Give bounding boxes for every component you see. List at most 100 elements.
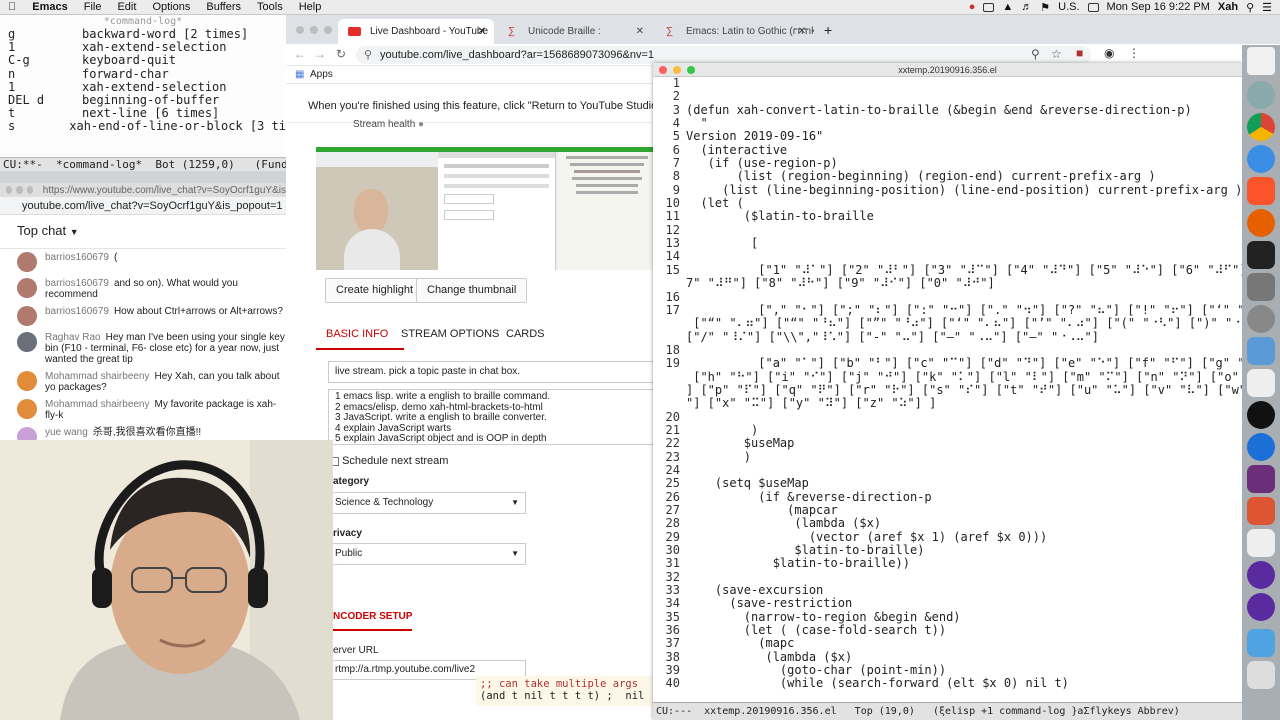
- tab-latin-to-gothic[interactable]: ∑ Emacs: Latin to Gothic (𐌲𐌿𐍄𐌹𐌺) ✕: [654, 19, 814, 44]
- chat-author[interactable]: barrios160679: [45, 306, 109, 317]
- chat-author[interactable]: barrios160679: [45, 278, 109, 289]
- reload-icon[interactable]: ↻: [336, 47, 346, 61]
- screen-icon[interactable]: [983, 2, 995, 12]
- photo-booth-icon[interactable]: [1247, 497, 1275, 525]
- apps-grid-icon[interactable]: ▦: [295, 66, 304, 84]
- star-icon[interactable]: ☆: [1051, 47, 1062, 61]
- flag-icon[interactable]: ⚑: [1040, 1, 1050, 14]
- tab-basic-info[interactable]: BASIC INFO: [326, 328, 388, 340]
- schedule-checkbox[interactable]: Schedule next stream: [330, 455, 448, 467]
- menu-edit[interactable]: Edit: [109, 1, 144, 13]
- more-menu-icon[interactable]: ⋮: [1128, 46, 1140, 60]
- close-window-icon[interactable]: [296, 26, 304, 34]
- extension-icon[interactable]: ■: [1076, 46, 1083, 60]
- firefox-icon[interactable]: [1247, 209, 1275, 237]
- top-chat-label[interactable]: Top chat: [17, 223, 66, 238]
- safari-icon[interactable]: [1247, 145, 1275, 173]
- tab-cards[interactable]: CARDS: [506, 328, 545, 340]
- menu-app-name[interactable]: Emacs: [24, 1, 75, 13]
- battery-icon[interactable]: [1087, 2, 1099, 12]
- code-buffer[interactable]: 1 2 3 (defun xah-convert-latin-to-braille (…: [653, 77, 1242, 702]
- chat-message[interactable]: Mohammad shairbeeny Hey Xah, can you talk…: [0, 368, 286, 396]
- menu-help[interactable]: Help: [291, 1, 330, 13]
- chat-author[interactable]: barrios160679: [45, 252, 109, 263]
- menu-options[interactable]: Options: [144, 1, 198, 13]
- create-highlight-button[interactable]: Create highlight: [325, 278, 425, 303]
- menu-tools[interactable]: Tools: [249, 1, 291, 13]
- trash-icon[interactable]: [1247, 661, 1275, 689]
- stream-preview[interactable]: [316, 152, 656, 270]
- menu-file[interactable]: File: [76, 1, 110, 13]
- avatar[interactable]: [17, 278, 37, 298]
- menu-clock[interactable]: Mon Sep 16 9:22 PM: [1107, 1, 1210, 13]
- category-select[interactable]: Science & Technology ▼: [332, 492, 526, 514]
- chat-header[interactable]: Top chat ▼: [0, 215, 286, 249]
- system-preferences-icon[interactable]: [1247, 305, 1275, 333]
- back-icon[interactable]: ←: [294, 47, 306, 61]
- title-input[interactable]: live stream. pick a topic paste in chat …: [328, 361, 658, 383]
- brave-icon[interactable]: [1247, 177, 1275, 205]
- profile-icon[interactable]: ◉: [1104, 46, 1114, 60]
- close-tab-icon[interactable]: ✕: [798, 19, 806, 44]
- terminal-icon[interactable]: [1247, 241, 1275, 269]
- zoom-window-icon[interactable]: [687, 66, 695, 74]
- activity-monitor-icon[interactable]: [1247, 337, 1275, 365]
- record-icon[interactable]: ●: [969, 1, 976, 13]
- chrome-icon[interactable]: [1247, 113, 1275, 141]
- menu-user[interactable]: Xah: [1218, 1, 1238, 13]
- tab-live-dashboard[interactable]: Live Dashboard - YouTube ✕: [338, 19, 494, 44]
- slack-icon[interactable]: [1247, 465, 1275, 493]
- chat-author[interactable]: yue wang: [45, 427, 88, 438]
- close-window-icon[interactable]: [6, 186, 13, 194]
- chat-message[interactable]: Mohammad shairbeeny My favorite package i…: [0, 396, 286, 424]
- chat-author[interactable]: Mohammad shairbeeny: [45, 399, 150, 410]
- script-editor-icon[interactable]: [1247, 273, 1275, 301]
- privacy-select[interactable]: Public ▼: [332, 543, 526, 565]
- launchpad-icon[interactable]: [1247, 81, 1275, 109]
- bookmark-apps[interactable]: Apps: [310, 69, 333, 80]
- avatar[interactable]: [17, 399, 37, 419]
- chat-message[interactable]: Raghav Rao Hey man I've been using your s…: [0, 329, 286, 368]
- minimize-window-icon[interactable]: [673, 66, 681, 74]
- zoom-window-icon[interactable]: [26, 186, 33, 194]
- search-icon[interactable]: ⚲: [1031, 47, 1040, 61]
- apple-menu-icon[interactable]: : [0, 1, 24, 13]
- close-tab-icon[interactable]: ✕: [478, 19, 486, 44]
- minimize-window-icon[interactable]: [310, 26, 318, 34]
- edge-icon[interactable]: [1247, 433, 1275, 461]
- help-icon[interactable]: ●: [418, 119, 424, 130]
- chat-message[interactable]: barrios160679 How about Ctrl+arrows or Al…: [0, 303, 286, 329]
- notification-center-icon[interactable]: ☰: [1262, 1, 1272, 14]
- finder-icon[interactable]: [1247, 47, 1275, 75]
- tab-unicode-braille[interactable]: ∑ Unicode Braille : ✕: [496, 19, 652, 44]
- avatar[interactable]: [17, 306, 37, 326]
- obs-icon[interactable]: [1247, 401, 1275, 429]
- chat-message[interactable]: barrios160679 and so on). What would you …: [0, 275, 286, 303]
- input-source[interactable]: U.S.: [1058, 1, 1079, 13]
- calendar-icon[interactable]: [1247, 369, 1275, 397]
- forward-icon[interactable]: →: [314, 47, 326, 61]
- new-tab-icon[interactable]: +: [824, 22, 832, 38]
- tab-stream-options[interactable]: STREAM OPTIONS: [401, 328, 499, 340]
- chat-author[interactable]: Raghav Rao: [45, 332, 101, 343]
- emacs-alt-icon[interactable]: [1247, 593, 1275, 621]
- spotlight-icon[interactable]: ⚲: [1246, 1, 1254, 14]
- zoom-window-icon[interactable]: [324, 26, 332, 34]
- close-tab-icon[interactable]: ✕: [636, 19, 644, 44]
- menu-buffers[interactable]: Buffers: [198, 1, 249, 13]
- chat-author[interactable]: Mohammad shairbeeny: [45, 371, 150, 382]
- avatar[interactable]: [17, 371, 37, 391]
- chat-message[interactable]: barrios160679 (: [0, 249, 286, 275]
- emacs-icon[interactable]: [1247, 561, 1275, 589]
- avatar[interactable]: [17, 252, 37, 272]
- description-input[interactable]: 1 emacs lisp. write a english to braille…: [328, 389, 658, 445]
- close-window-icon[interactable]: [659, 66, 667, 74]
- url-field[interactable]: ⚲ youtube.com/live_dashboard?ar=156868907…: [356, 46, 1091, 64]
- minimize-window-icon[interactable]: [16, 186, 23, 194]
- wifi-icon[interactable]: ▲: [1002, 1, 1013, 13]
- text-edit-icon[interactable]: [1247, 529, 1275, 557]
- encoder-setup-heading[interactable]: NCODER SETUP: [333, 611, 412, 622]
- volume-icon[interactable]: ♬: [1021, 1, 1032, 13]
- change-thumbnail-button[interactable]: Change thumbnail: [416, 278, 528, 303]
- chat-url-bar[interactable]: youtube.com/live_chat?v=SoyOcrf1guY&is_p…: [0, 197, 286, 215]
